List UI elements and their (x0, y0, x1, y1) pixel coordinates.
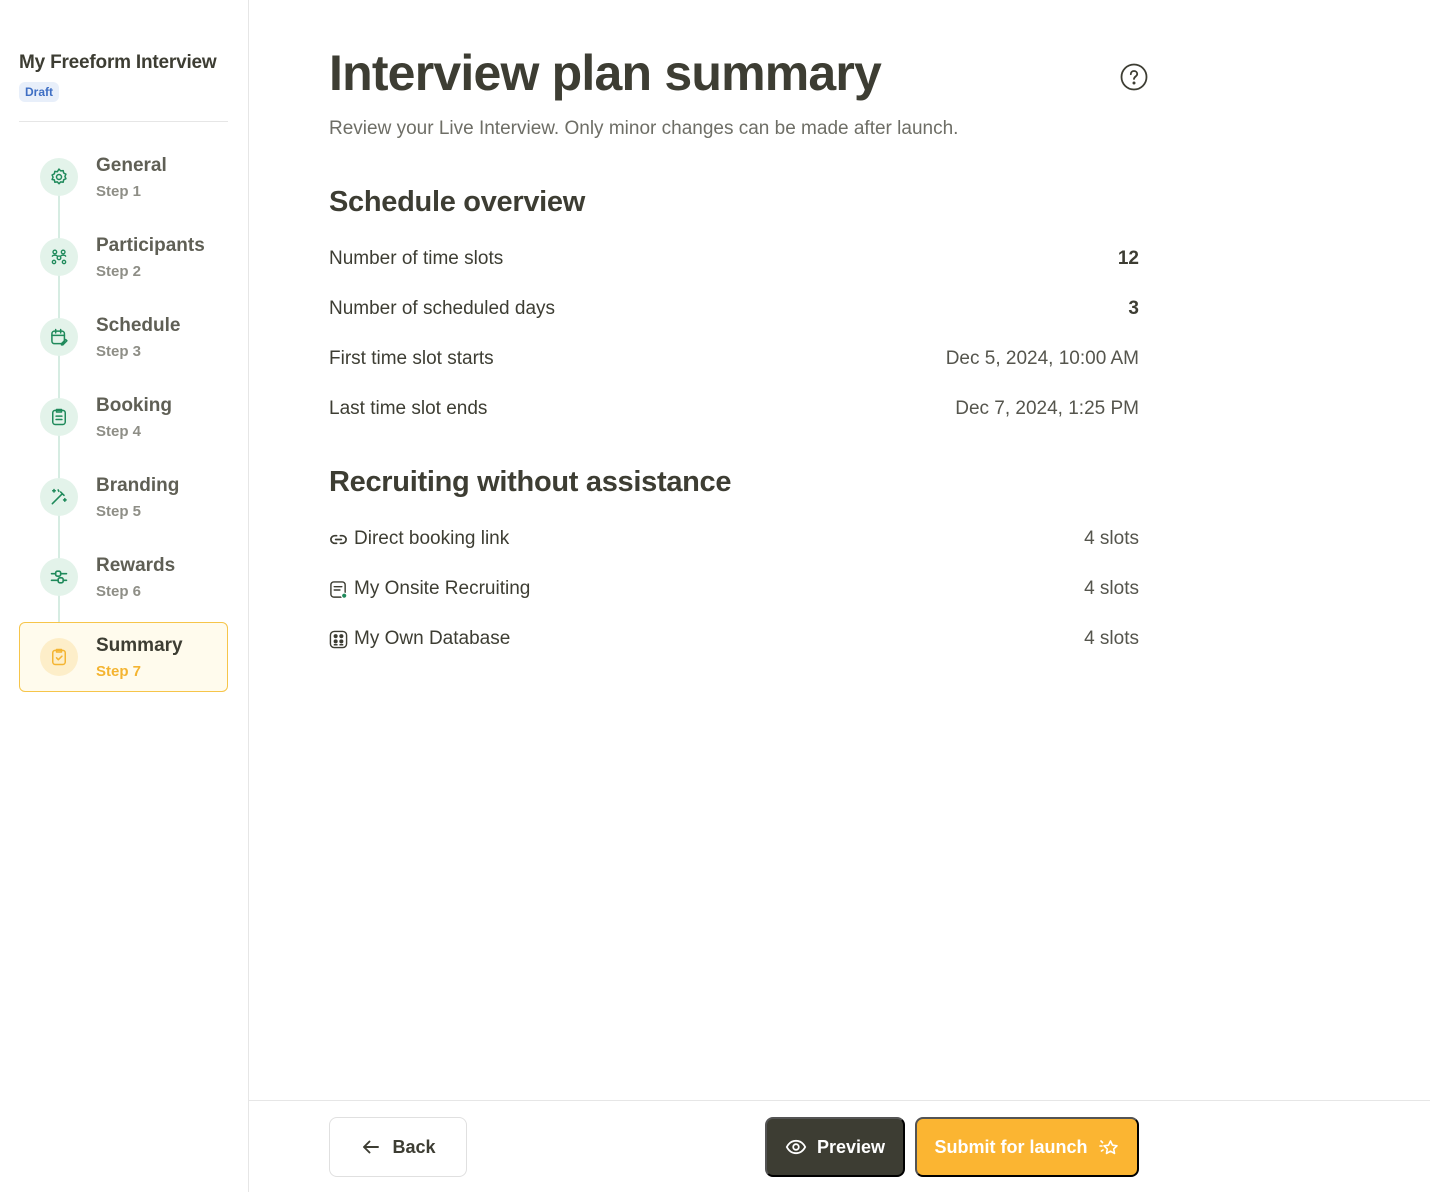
recruiting-title: Recruiting without assistance (329, 466, 732, 498)
step-label: Booking (96, 395, 172, 416)
row-value: 4 slots (1084, 578, 1139, 599)
schedule-row-last-slot: Last time slot ends Dec 7, 2024, 1:25 PM (329, 394, 1139, 424)
recruiting-row-direct-link: Direct booking link 4 slots (329, 524, 1139, 554)
step-number: Step 3 (96, 343, 142, 360)
page-subtitle: Review your Live Interview. Only minor c… (329, 118, 959, 139)
row-label: Number of scheduled days (329, 298, 556, 319)
schedule-row-first-slot: First time slot starts Dec 5, 2024, 10:0… (329, 344, 1139, 374)
project-header: My Freeform Interview Draft (19, 52, 228, 102)
step-booking[interactable]: Booking Step 4 (19, 382, 228, 452)
schedule-row-days: Number of scheduled days 3 (329, 294, 1139, 324)
sparkle-star-icon (1098, 1140, 1118, 1155)
main-content: Interview plan summary Review your Live … (249, 0, 1430, 1100)
project-title: My Freeform Interview (19, 52, 217, 73)
row-label-wrap: My Own Database (329, 628, 510, 650)
row-value: Dec 5, 2024, 10:00 AM (945, 348, 1139, 369)
step-label: General (96, 155, 167, 176)
clipboard-list-icon (40, 398, 78, 436)
schedule-row-time-slots: Number of time slots 12 (329, 244, 1139, 274)
row-label: Direct booking link (354, 528, 510, 549)
step-label: Participants (96, 235, 205, 256)
step-general[interactable]: General Step 1 (19, 142, 228, 212)
row-label: My Own Database (354, 628, 511, 649)
recruiting-row-onsite: My Onsite Recruiting 4 slots (329, 574, 1139, 604)
row-label-wrap: My Onsite Recruiting (329, 578, 530, 600)
step-label: Summary (96, 635, 183, 656)
database-people-icon (329, 630, 348, 649)
arrow-left-icon (363, 1140, 380, 1154)
sidebar-divider (19, 121, 228, 122)
row-value: 12 (1117, 248, 1139, 269)
step-number: Step 1 (96, 183, 142, 200)
step-number: Step 6 (96, 583, 142, 600)
row-value: Dec 7, 2024, 1:25 PM (955, 398, 1139, 419)
calendar-edit-icon (40, 318, 78, 356)
step-number: Step 7 (96, 663, 142, 680)
step-schedule[interactable]: Schedule Step 3 (19, 302, 228, 372)
step-label: Rewards (96, 555, 176, 576)
row-label: My Onsite Recruiting (354, 578, 531, 599)
row-value: 4 slots (1084, 528, 1139, 549)
gear-icon (40, 158, 78, 196)
preview-button[interactable]: Preview (765, 1117, 905, 1177)
step-summary[interactable]: Summary Step 7 (19, 622, 228, 692)
row-value: 3 (1128, 298, 1139, 319)
step-number: Step 5 (96, 503, 142, 520)
row-label: First time slot starts (329, 348, 494, 369)
row-value: 4 slots (1084, 628, 1139, 649)
row-label: Number of time slots (329, 248, 504, 269)
schedule-overview-title: Schedule overview (329, 186, 586, 218)
recruiting-row-database: My Own Database 4 slots (329, 624, 1139, 654)
step-participants[interactable]: Participants Step 2 (19, 222, 228, 292)
row-label-wrap: Direct booking link (329, 528, 509, 550)
submit-button-label: Submit for launch (934, 1136, 1088, 1157)
step-label: Schedule (96, 315, 181, 336)
link-icon (329, 530, 348, 549)
step-number: Step 2 (96, 263, 142, 280)
sidebar: My Freeform Interview Draft General Step… (0, 0, 249, 1192)
submit-for-launch-button[interactable]: Submit for launch (915, 1117, 1139, 1177)
eye-icon (785, 1139, 807, 1155)
row-label: Last time slot ends (329, 398, 488, 419)
footer-actions: Back Preview Submit for launch (249, 1100, 1430, 1192)
preview-button-label: Preview (816, 1136, 886, 1157)
back-button[interactable]: Back (329, 1117, 467, 1177)
clipboard-check-icon (40, 638, 78, 676)
back-button-label: Back (392, 1136, 436, 1157)
help-icon[interactable] (1120, 63, 1148, 91)
people-icon (40, 238, 78, 276)
onsite-form-icon (329, 580, 348, 599)
status-badge: Draft (19, 82, 60, 102)
step-label: Branding (96, 475, 180, 496)
sliders-icon (40, 558, 78, 596)
step-rewards[interactable]: Rewards Step 6 (19, 542, 228, 612)
step-number: Step 4 (96, 423, 142, 440)
page-title: Interview plan summary (329, 45, 882, 101)
magic-wand-icon (40, 478, 78, 516)
step-list: General Step 1 Participants Step 2 Sched… (19, 142, 228, 702)
step-branding[interactable]: Branding Step 5 (19, 462, 228, 532)
